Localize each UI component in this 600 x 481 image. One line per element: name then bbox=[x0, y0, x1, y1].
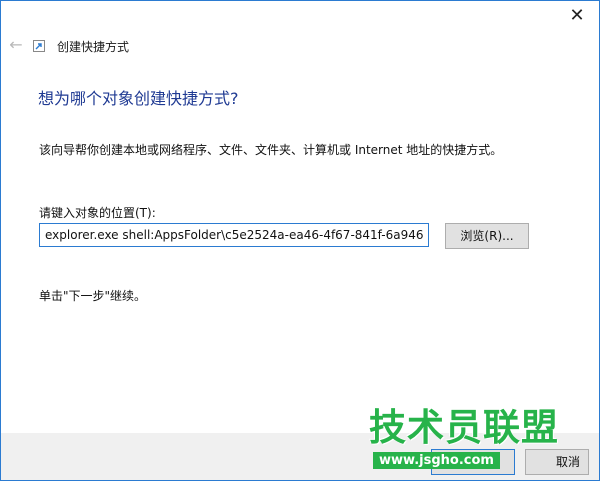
back-arrow-icon[interactable]: ← bbox=[7, 36, 25, 54]
window-title: 创建快捷方式 bbox=[57, 40, 130, 54]
shortcut-icon bbox=[33, 40, 45, 52]
location-input[interactable] bbox=[39, 223, 429, 247]
watermark-url: www.jsgho.com bbox=[373, 452, 500, 469]
location-field-label: 请键入对象的位置(T): bbox=[39, 206, 156, 220]
create-shortcut-dialog: ✕ ← 创建快捷方式 想为哪个对象创建快捷方式? 该向导帮你创建本地或网络程序、… bbox=[0, 0, 600, 481]
watermark-title: 技术员联盟 bbox=[369, 406, 559, 449]
watermark-logo: 技术员联盟 www.jsgho.com bbox=[369, 407, 559, 477]
browse-button[interactable]: 浏览(R)... bbox=[445, 223, 529, 249]
page-heading: 想为哪个对象创建快捷方式? bbox=[38, 89, 239, 108]
dialog-header: ← 创建快捷方式 bbox=[1, 31, 599, 61]
continue-hint: 单击"下一步"继续。 bbox=[39, 289, 147, 303]
page-description: 该向导帮你创建本地或网络程序、文件、文件夹、计算机或 Internet 地址的快… bbox=[39, 143, 503, 157]
close-button[interactable]: ✕ bbox=[563, 5, 591, 27]
close-icon: ✕ bbox=[569, 5, 585, 26]
